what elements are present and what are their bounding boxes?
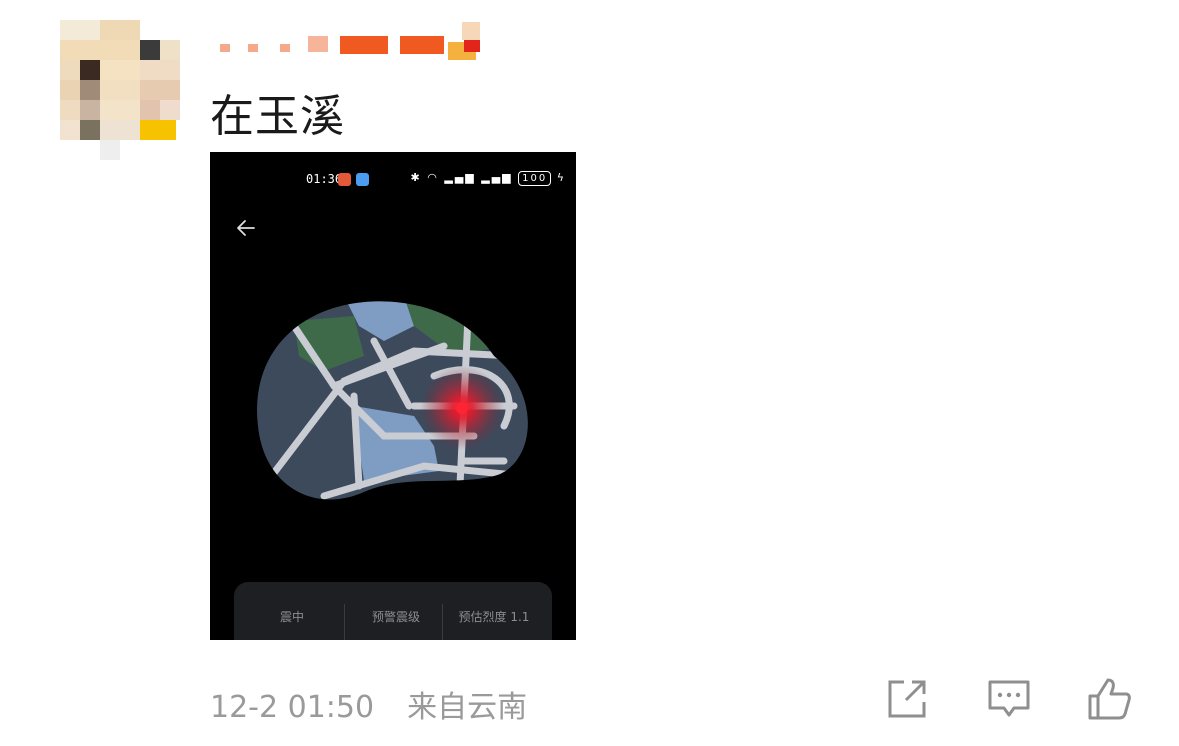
cloud-app-icon: [356, 173, 369, 186]
app-notification-icon: [338, 173, 351, 186]
info-epicenter-label: 震中: [279, 610, 304, 624]
thumbs-up-icon[interactable]: [1086, 676, 1132, 722]
post-date: 12-2 01:50: [210, 690, 375, 725]
battery-icon: 100: [518, 171, 552, 186]
comment-icon[interactable]: [986, 676, 1032, 722]
signal-icon: ▂▄▆: [444, 171, 476, 184]
post-meta: 12-2 01:50 来自云南: [210, 682, 527, 726]
back-arrow-icon[interactable]: [234, 216, 258, 240]
epicenter-map: [257, 301, 528, 500]
status-icons: ✱ ◠ ▂▄▆ ▂▄▆ 100 ϟ: [411, 171, 566, 186]
signal-icon: ▂▄▆: [481, 171, 513, 184]
wifi-icon: ◠: [427, 171, 439, 184]
post-source: 来自云南: [407, 690, 528, 725]
earthquake-info-card: 震中 预警震级 预估烈度 1.1: [234, 582, 552, 640]
status-time: 01:36: [306, 172, 343, 186]
post-text: 在玉溪: [210, 91, 345, 142]
info-magnitude-label: 预警震级: [371, 610, 420, 624]
post-image[interactable]: 01:36 ✱ ◠ ▂▄▆ ▂▄▆ 100 ϟ 震中 预警震级 预估烈度 1.1: [210, 152, 576, 640]
username-blurred[interactable]: [212, 22, 482, 62]
share-icon[interactable]: [884, 676, 930, 722]
bluetooth-icon: ✱: [410, 171, 422, 184]
epicenter-marker: [456, 402, 468, 414]
charging-icon: ϟ: [556, 171, 566, 184]
avatar[interactable]: [60, 20, 180, 160]
status-bar: 01:36 ✱ ◠ ▂▄▆ ▂▄▆ 100 ϟ: [210, 170, 576, 190]
info-intensity-label: 预估烈度 1.1: [458, 610, 530, 624]
